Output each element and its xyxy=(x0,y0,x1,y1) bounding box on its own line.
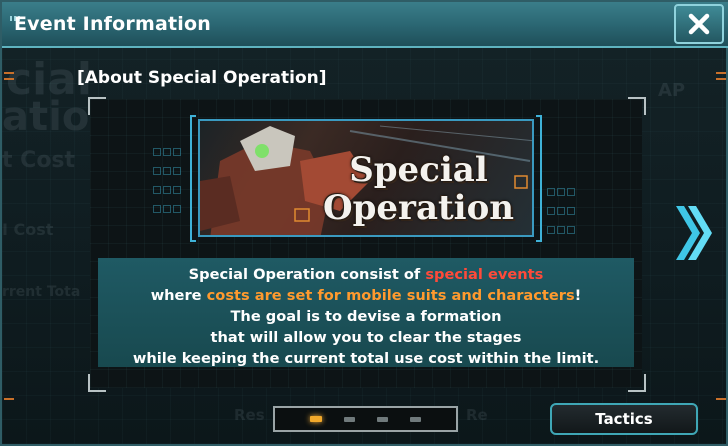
background-text: Res xyxy=(234,406,265,424)
panel-corner xyxy=(628,97,646,115)
event-description: Special Operation consist of special eve… xyxy=(98,258,634,367)
title-bar: Event Information xyxy=(2,2,728,48)
double-chevron-right-icon xyxy=(676,206,712,260)
highlight-text: costs are set for mobile suits and chara… xyxy=(206,287,575,304)
side-marker xyxy=(716,72,726,74)
close-x-icon xyxy=(688,13,710,35)
banner-bracket-left xyxy=(190,115,196,242)
event-information-dialog: cial atio t Cost I Cost rrent Tota Res R… xyxy=(0,0,728,446)
section-heading: [About Special Operation] xyxy=(77,68,327,88)
panel-corner xyxy=(88,374,106,392)
page-dot-2[interactable] xyxy=(344,416,355,422)
side-marker xyxy=(4,78,14,80)
panel-corner xyxy=(628,374,646,392)
background-text: rrent Tota xyxy=(2,284,81,300)
dialog-title: Event Information xyxy=(14,13,211,35)
description-line: while keeping the current total use cost… xyxy=(132,350,600,367)
banner-bracket-right xyxy=(536,115,542,242)
side-marker xyxy=(4,398,14,400)
banner-title: Special Operation xyxy=(323,151,514,227)
tactics-button[interactable]: Tactics xyxy=(550,403,698,435)
description-line: The goal is to devise a formation xyxy=(230,308,502,325)
event-banner: Special Operation xyxy=(190,115,542,242)
circuit-decoration xyxy=(546,182,582,239)
background-text: I Cost xyxy=(2,220,54,239)
side-marker xyxy=(716,398,726,400)
page-indicator xyxy=(273,406,458,432)
side-marker xyxy=(4,72,14,74)
background-text: Re xyxy=(466,406,488,424)
next-page-button[interactable] xyxy=(672,202,712,264)
page-dot-3[interactable] xyxy=(377,416,388,422)
description-line: Special Operation consist of special eve… xyxy=(188,266,544,283)
banner-title-line2: Operation xyxy=(323,188,514,228)
banner-image: Special Operation xyxy=(198,119,534,237)
description-line: where costs are set for mobile suits and… xyxy=(150,287,582,304)
highlight-text: special events xyxy=(425,266,544,283)
page-dot-4[interactable] xyxy=(410,416,421,422)
circuit-decoration xyxy=(152,142,188,218)
close-button[interactable] xyxy=(674,4,724,44)
page-dot-1[interactable] xyxy=(310,416,322,422)
background-text: t Cost xyxy=(2,148,76,173)
panel-corner xyxy=(88,97,106,115)
background-text: atio xyxy=(2,94,90,140)
side-marker xyxy=(716,78,726,80)
background-text: AP xyxy=(658,80,686,101)
banner-title-line1: Special xyxy=(349,150,488,190)
description-line: that will allow you to clear the stages xyxy=(210,329,522,346)
